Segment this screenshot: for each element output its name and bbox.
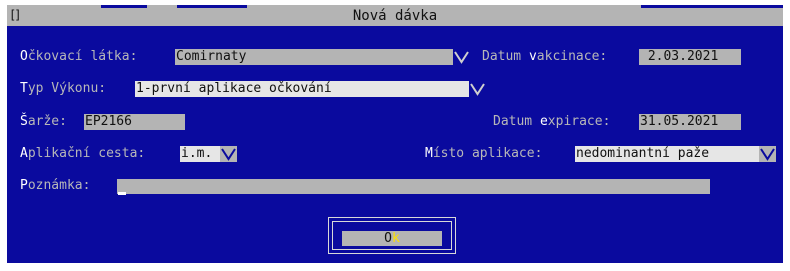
procedure-type-chevron-down-icon[interactable] [469,81,486,97]
ok-button[interactable]: Ok [342,231,442,246]
route-label: Aplikační cesta: [20,146,146,161]
procedure-type-select[interactable]: 1-první aplikace očkování [135,81,469,97]
expiry-date-input[interactable]: 31.05.2021 [639,114,741,130]
route-select[interactable]: i.m. [180,146,220,162]
site-label: Místo aplikace: [425,146,543,161]
dialog-title: Nová dávka [352,8,438,24]
vaccination-date-input[interactable]: 2.03.2021 [639,49,741,65]
route-chevron-down-icon[interactable] [220,146,237,162]
expiry-date-label: Datum expirace: [493,114,611,129]
batch-input[interactable]: EP2166 [84,114,185,130]
title-bar: [] Nová dávka [7,5,783,26]
batch-label: Šarže: [20,114,67,129]
vaccination-date-label: Datum vakcinace: [482,49,608,64]
text-cursor [118,192,126,195]
new-dose-dialog: [] Nová dávka Očkovací látka: Comirnaty … [7,5,783,263]
procedure-type-label: Typ Výkonu: [20,81,107,96]
vaccine-label: Očkovací látka: [20,49,138,64]
vaccine-select[interactable]: Comirnaty [175,49,453,65]
vaccine-chevron-down-icon[interactable] [453,49,470,65]
note-input[interactable] [117,179,710,194]
note-label: Poznámka: [20,178,91,193]
site-chevron-down-icon[interactable] [759,146,776,162]
site-select[interactable]: nedominantní paže [575,146,759,162]
